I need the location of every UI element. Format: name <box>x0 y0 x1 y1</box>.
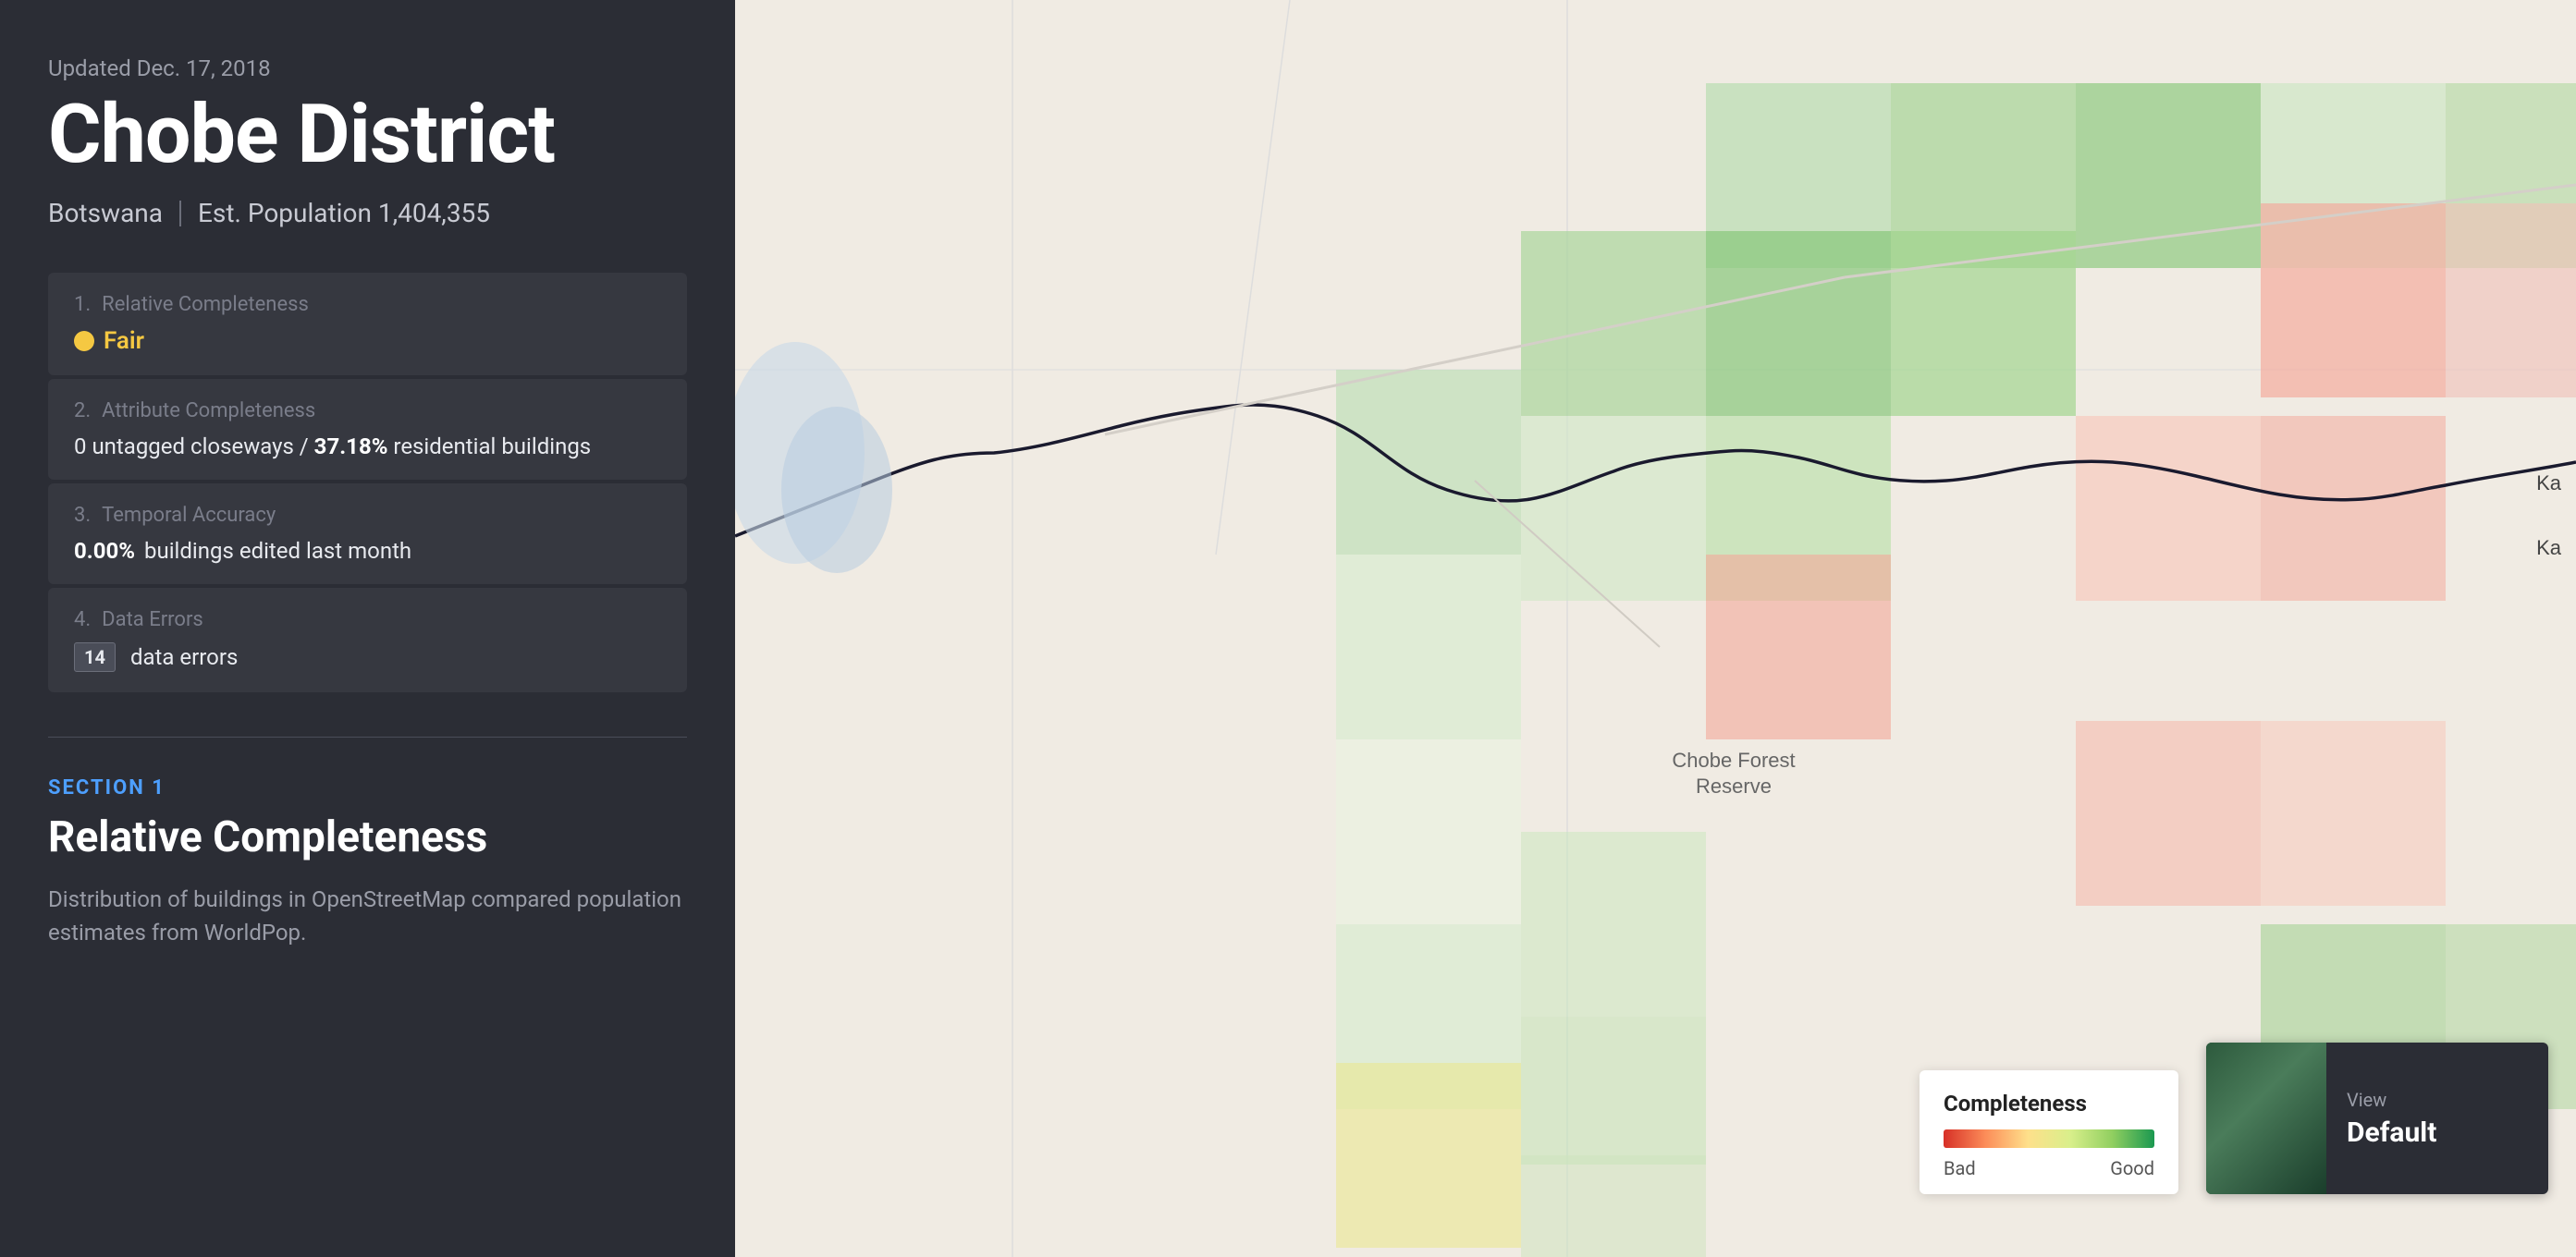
section-desc: Distribution of buildings in OpenStreetM… <box>48 883 687 949</box>
fair-label: Fair <box>104 327 144 355</box>
metric-content-3: 0.00% buildings edited last month <box>74 538 661 564</box>
attribute-prefix: 0 untagged closeways / <box>74 433 314 459</box>
error-label: data errors <box>130 644 238 670</box>
metric-card-1: 1. Relative Completeness Fair <box>48 273 687 375</box>
district-title: Chobe District <box>48 94 687 176</box>
view-label: View <box>2347 1089 2436 1111</box>
svg-text:Chobe Forest: Chobe Forest <box>1672 749 1795 772</box>
metrics-container: 1. Relative Completeness Fair 2. Attribu… <box>48 273 687 692</box>
temporal-suffix: buildings edited last month <box>144 538 411 564</box>
error-badge: 14 <box>74 642 116 672</box>
metric-header-4: 4. Data Errors <box>74 608 661 631</box>
metric-content-2: 0 untagged closeways / 37.18% residentia… <box>74 433 661 459</box>
metric-number-2: 2. <box>74 399 91 422</box>
metric-label-4: Data Errors <box>102 608 203 631</box>
metric-number-3: 3. <box>74 504 91 527</box>
view-thumbnail-overlay <box>2206 1043 2326 1194</box>
view-text: View Default <box>2326 1089 2457 1149</box>
metric-label-3: Temporal Accuracy <box>102 504 276 527</box>
legend-gradient <box>1944 1129 2154 1148</box>
attribute-suffix: residential buildings <box>387 433 591 459</box>
svg-text:Ka: Ka <box>2536 536 2562 559</box>
metric-header-1: 1. Relative Completeness <box>74 293 661 316</box>
temporal-bold: 0.00% <box>74 538 135 564</box>
view-name: Default <box>2347 1117 2436 1149</box>
legend-bad-label: Bad <box>1944 1157 1976 1179</box>
country-label: Botswana <box>48 198 163 228</box>
metric-content-1: Fair <box>74 327 661 355</box>
metric-content-4: 14 data errors <box>74 642 661 672</box>
legend-title: Completeness <box>1944 1091 2154 1117</box>
metric-card-3: 3. Temporal Accuracy 0.00% buildings edi… <box>48 483 687 584</box>
back-button[interactable]: ‹ <box>713 30 735 104</box>
metric-card-2: 2. Attribute Completeness 0 untagged clo… <box>48 379 687 480</box>
location-divider <box>179 201 181 226</box>
metric-label-2: Attribute Completeness <box>102 399 315 422</box>
view-box[interactable]: View Default <box>2206 1043 2548 1194</box>
updated-label: Updated Dec. 17, 2018 <box>48 55 687 81</box>
section-title: Relative Completeness <box>48 812 687 862</box>
attribute-bold: 37.18% <box>314 433 388 459</box>
metric-number-1: 1. <box>74 293 91 316</box>
view-thumbnail <box>2206 1043 2326 1194</box>
svg-text:Ka: Ka <box>2536 471 2562 494</box>
svg-text:Reserve: Reserve <box>1696 775 1772 798</box>
metric-header-3: 3. Temporal Accuracy <box>74 504 661 527</box>
population-label: Est. Population 1,404,355 <box>198 198 490 228</box>
metric-card-4: 4. Data Errors 14 data errors <box>48 588 687 692</box>
legend-labels: Bad Good <box>1944 1157 2154 1179</box>
metric-label-1: Relative Completeness <box>102 293 309 316</box>
metric-header-2: 2. Attribute Completeness <box>74 399 661 422</box>
legend-box: Completeness Bad Good <box>1920 1070 2178 1194</box>
metric-number-4: 4. <box>74 608 91 631</box>
section-divider <box>48 737 687 738</box>
left-panel: ‹ Updated Dec. 17, 2018 Chobe District B… <box>0 0 735 1257</box>
attribute-value: 0 untagged closeways / 37.18% residentia… <box>74 433 591 459</box>
location-row: Botswana Est. Population 1,404,355 <box>48 198 687 228</box>
fair-dot-icon <box>74 331 94 351</box>
map-area: Chobe Forest Reserve Ka Ka Completeness … <box>735 0 2576 1257</box>
section-label: SECTION 1 <box>48 776 687 799</box>
legend-good-label: Good <box>2110 1157 2154 1179</box>
